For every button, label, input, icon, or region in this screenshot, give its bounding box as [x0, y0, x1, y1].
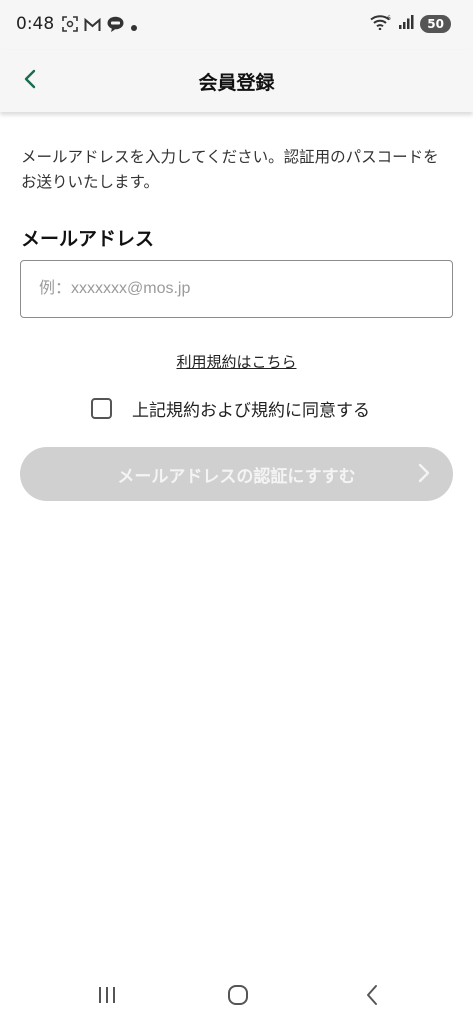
screenshot-icon — [62, 16, 78, 36]
back-icon — [365, 984, 379, 1010]
line-icon — [107, 16, 124, 36]
page-title: 会員登録 — [198, 72, 275, 94]
status-time: 0:48 — [16, 14, 55, 34]
app-header: 会員登録 — [0, 50, 473, 112]
notification-icons — [62, 16, 138, 36]
battery-icon: 50 — [420, 15, 451, 33]
email-field[interactable] — [20, 260, 453, 318]
home-icon — [227, 984, 249, 1010]
svg-text:6: 6 — [387, 15, 391, 22]
agree-label: 上記規約および規約に同意する — [132, 401, 370, 421]
nav-bar — [0, 968, 473, 1024]
agree-checkbox[interactable] — [91, 398, 112, 419]
submit-label: メールアドレスの認証にすすむ — [117, 466, 356, 487]
signal-icon — [398, 14, 414, 34]
email-label: メールアドレス — [21, 228, 155, 250]
wifi-icon: 6 — [370, 14, 392, 34]
agree-row[interactable]: 上記規約および規約に同意する — [91, 396, 370, 421]
terms-link[interactable]: 利用規約はこちら — [176, 353, 296, 371]
gmail-icon — [84, 17, 101, 36]
terms-link-row: 利用規約はこちら — [0, 351, 473, 372]
recent-apps-icon — [97, 986, 117, 1008]
system-back-button[interactable] — [352, 982, 392, 1012]
chevron-right-icon — [417, 462, 431, 488]
submit-button[interactable]: メールアドレスの認証にすすむ — [20, 447, 453, 501]
dot-icon — [130, 17, 138, 36]
intro-text: メールアドレスを入力してください。認証用のパスコードをお送りいたします。 — [21, 148, 439, 191]
recent-apps-button[interactable] — [87, 982, 127, 1012]
system-icons: 6 50 — [370, 14, 451, 34]
status-bar: 0:48 6 50 — [0, 0, 473, 50]
home-button[interactable] — [218, 982, 258, 1012]
screen: 0:48 6 50 会員登録 メールアドレスを入力してください。認証用のパスコー… — [0, 0, 473, 1024]
